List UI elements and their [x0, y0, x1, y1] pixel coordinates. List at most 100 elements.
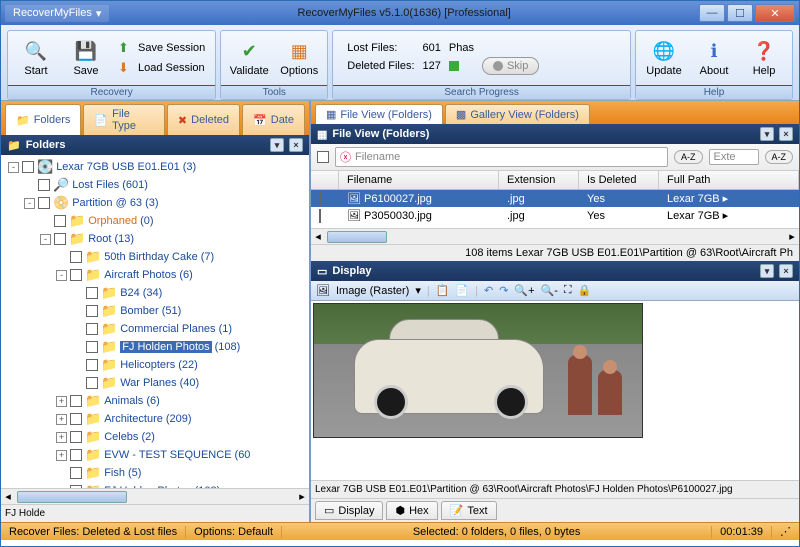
tab-hex[interactable]: ⬢ Hex [386, 501, 437, 520]
expander-icon[interactable]: + [56, 432, 67, 443]
panel-menu-button[interactable]: ▾ [760, 127, 774, 141]
tree-row[interactable]: +📁Celebs (2) [4, 428, 306, 446]
panel-menu-button[interactable]: ▾ [760, 264, 774, 278]
save-button[interactable]: 💾 Save [62, 35, 110, 81]
filename-filter[interactable]: ⓧ Filename [335, 147, 668, 167]
tree-row[interactable]: 📁Orphaned (0) [4, 212, 306, 230]
tab-file-type[interactable]: 📄 File Type [83, 104, 165, 135]
panel-close-button[interactable]: × [289, 138, 303, 152]
tab-display[interactable]: ▭ Display [315, 501, 383, 520]
about-button[interactable]: ℹ About [690, 35, 738, 81]
tree-row[interactable]: +📁EVW - TEST SEQUENCE (60 [4, 446, 306, 464]
start-button[interactable]: 🔍 Start [12, 35, 60, 81]
tree-checkbox[interactable] [70, 269, 82, 281]
tree-checkbox[interactable] [86, 377, 98, 389]
tree-checkbox[interactable] [86, 359, 98, 371]
tab-text[interactable]: 📝 Text [441, 501, 497, 520]
tool-zoom-out-icon[interactable]: 🔍- [541, 284, 558, 297]
col-filename[interactable]: Filename [339, 171, 499, 189]
skip-button[interactable]: Skip [482, 57, 539, 75]
sort-az-button[interactable]: A-Z [674, 150, 703, 164]
filter-checkbox[interactable] [317, 151, 329, 163]
table-row[interactable]: 🖼 P6100027.jpg.jpgYesLexar 7GB ▸ [311, 190, 799, 207]
tree-row[interactable]: -📀Partition @ 63 (3) [4, 194, 306, 212]
help-button[interactable]: ❓ Help [740, 35, 788, 81]
tool-copy-icon[interactable]: 📋 [436, 284, 450, 297]
tree-row[interactable]: -📁Root (13) [4, 230, 306, 248]
expander-icon[interactable]: - [40, 234, 51, 245]
tree-row[interactable]: 📁Bomber (51) [4, 302, 306, 320]
row-checkbox[interactable] [319, 192, 321, 206]
tree-checkbox[interactable] [70, 449, 82, 461]
save-session-button[interactable]: ⬆ Save Session [112, 38, 211, 58]
tree-row[interactable]: 📁FJ Holden Photos (108) [4, 338, 306, 356]
maximize-button[interactable]: ☐ [727, 4, 753, 22]
tree-checkbox[interactable] [38, 197, 50, 209]
row-checkbox[interactable] [319, 209, 321, 223]
expander-icon[interactable]: + [56, 414, 67, 425]
panel-close-button[interactable]: × [779, 127, 793, 141]
tree-checkbox[interactable] [86, 287, 98, 299]
expander-icon[interactable]: + [56, 396, 67, 407]
tree-row[interactable]: 📁50th Birthday Cake (7) [4, 248, 306, 266]
expander-icon[interactable]: - [8, 162, 19, 173]
col-full-path[interactable]: Full Path [659, 171, 799, 189]
folder-tree[interactable]: -💽Lexar 7GB USB E01.E01 (3)🔎Lost Files (… [1, 155, 309, 488]
tree-checkbox[interactable] [54, 215, 66, 227]
tab-file-view[interactable]: ▦ File View (Folders) [315, 104, 443, 124]
minimize-button[interactable]: — [699, 4, 725, 22]
tool-lock-icon[interactable]: 🔒 [578, 284, 592, 297]
sort-az-button-2[interactable]: A-Z [765, 150, 794, 164]
panel-close-button[interactable]: × [779, 264, 793, 278]
panel-menu-button[interactable]: ▾ [270, 138, 284, 152]
tree-row[interactable]: 🔎Lost Files (601) [4, 176, 306, 194]
tree-checkbox[interactable] [86, 305, 98, 317]
tab-deleted[interactable]: ✖ Deleted [167, 104, 240, 135]
tree-checkbox[interactable] [54, 233, 66, 245]
tab-folders[interactable]: 📁 Folders [5, 104, 81, 135]
expander-icon[interactable]: - [24, 198, 35, 209]
validate-button[interactable]: ✔ Validate [225, 35, 273, 81]
dropdown-icon[interactable]: ▾ [415, 284, 421, 297]
tree-checkbox[interactable] [22, 161, 34, 173]
tree-row[interactable]: 📁Commercial Planes (1) [4, 320, 306, 338]
tree-checkbox[interactable] [70, 395, 82, 407]
app-menu[interactable]: RecoverMyFiles ▾ [5, 5, 109, 22]
tree-row[interactable]: 📁War Planes (40) [4, 374, 306, 392]
tree-row[interactable]: 📁Helicopters (22) [4, 356, 306, 374]
tree-checkbox[interactable] [70, 413, 82, 425]
col-extension[interactable]: Extension [499, 171, 579, 189]
tree-scrollbar[interactable]: ◂ ▸ [1, 488, 309, 504]
tool-rotate-right-icon[interactable]: ↷ [499, 284, 508, 297]
table-row[interactable]: 🖼 P3050030.jpg.jpgYesLexar 7GB ▸ [311, 207, 799, 224]
resize-grip-icon[interactable]: ⋰ [772, 525, 799, 538]
image-viewport[interactable] [311, 301, 799, 480]
tab-date[interactable]: 📅 Date [242, 104, 305, 135]
tree-checkbox[interactable] [86, 323, 98, 335]
tree-row[interactable]: +📁Architecture (209) [4, 410, 306, 428]
tree-checkbox[interactable] [38, 179, 50, 191]
tree-row[interactable]: 📁Fish (5) [4, 464, 306, 482]
expander-icon[interactable]: + [56, 450, 67, 461]
tree-row[interactable]: +📁Animals (6) [4, 392, 306, 410]
load-session-button[interactable]: ⬇ Load Session [112, 58, 211, 78]
tree-row[interactable]: -📁Aircraft Photos (6) [4, 266, 306, 284]
file-list[interactable]: 🖼 P6100027.jpg.jpgYesLexar 7GB ▸🖼 P30500… [311, 190, 799, 228]
tab-gallery-view[interactable]: ▩ Gallery View (Folders) [445, 104, 590, 124]
col-is-deleted[interactable]: Is Deleted [579, 171, 659, 189]
tree-checkbox[interactable] [70, 251, 82, 263]
ext-filter[interactable]: Exte [709, 149, 759, 165]
options-button[interactable]: ▦ Options [275, 35, 323, 81]
update-button[interactable]: 🌐 Update [640, 35, 688, 81]
tool-zoom-in-icon[interactable]: 🔍+ [514, 284, 534, 297]
tree-row[interactable]: -💽Lexar 7GB USB E01.E01 (3) [4, 158, 306, 176]
tool-paste-icon[interactable]: 📄 [455, 284, 469, 297]
list-scrollbar[interactable]: ◂ ▸ [311, 228, 799, 244]
expander-icon[interactable]: - [56, 270, 67, 281]
tool-rotate-left-icon[interactable]: ↶ [484, 284, 493, 297]
close-button[interactable]: ✕ [755, 4, 795, 22]
tree-checkbox[interactable] [70, 431, 82, 443]
tree-row[interactable]: 📁B24 (34) [4, 284, 306, 302]
tree-checkbox[interactable] [86, 341, 98, 353]
tree-checkbox[interactable] [70, 467, 82, 479]
